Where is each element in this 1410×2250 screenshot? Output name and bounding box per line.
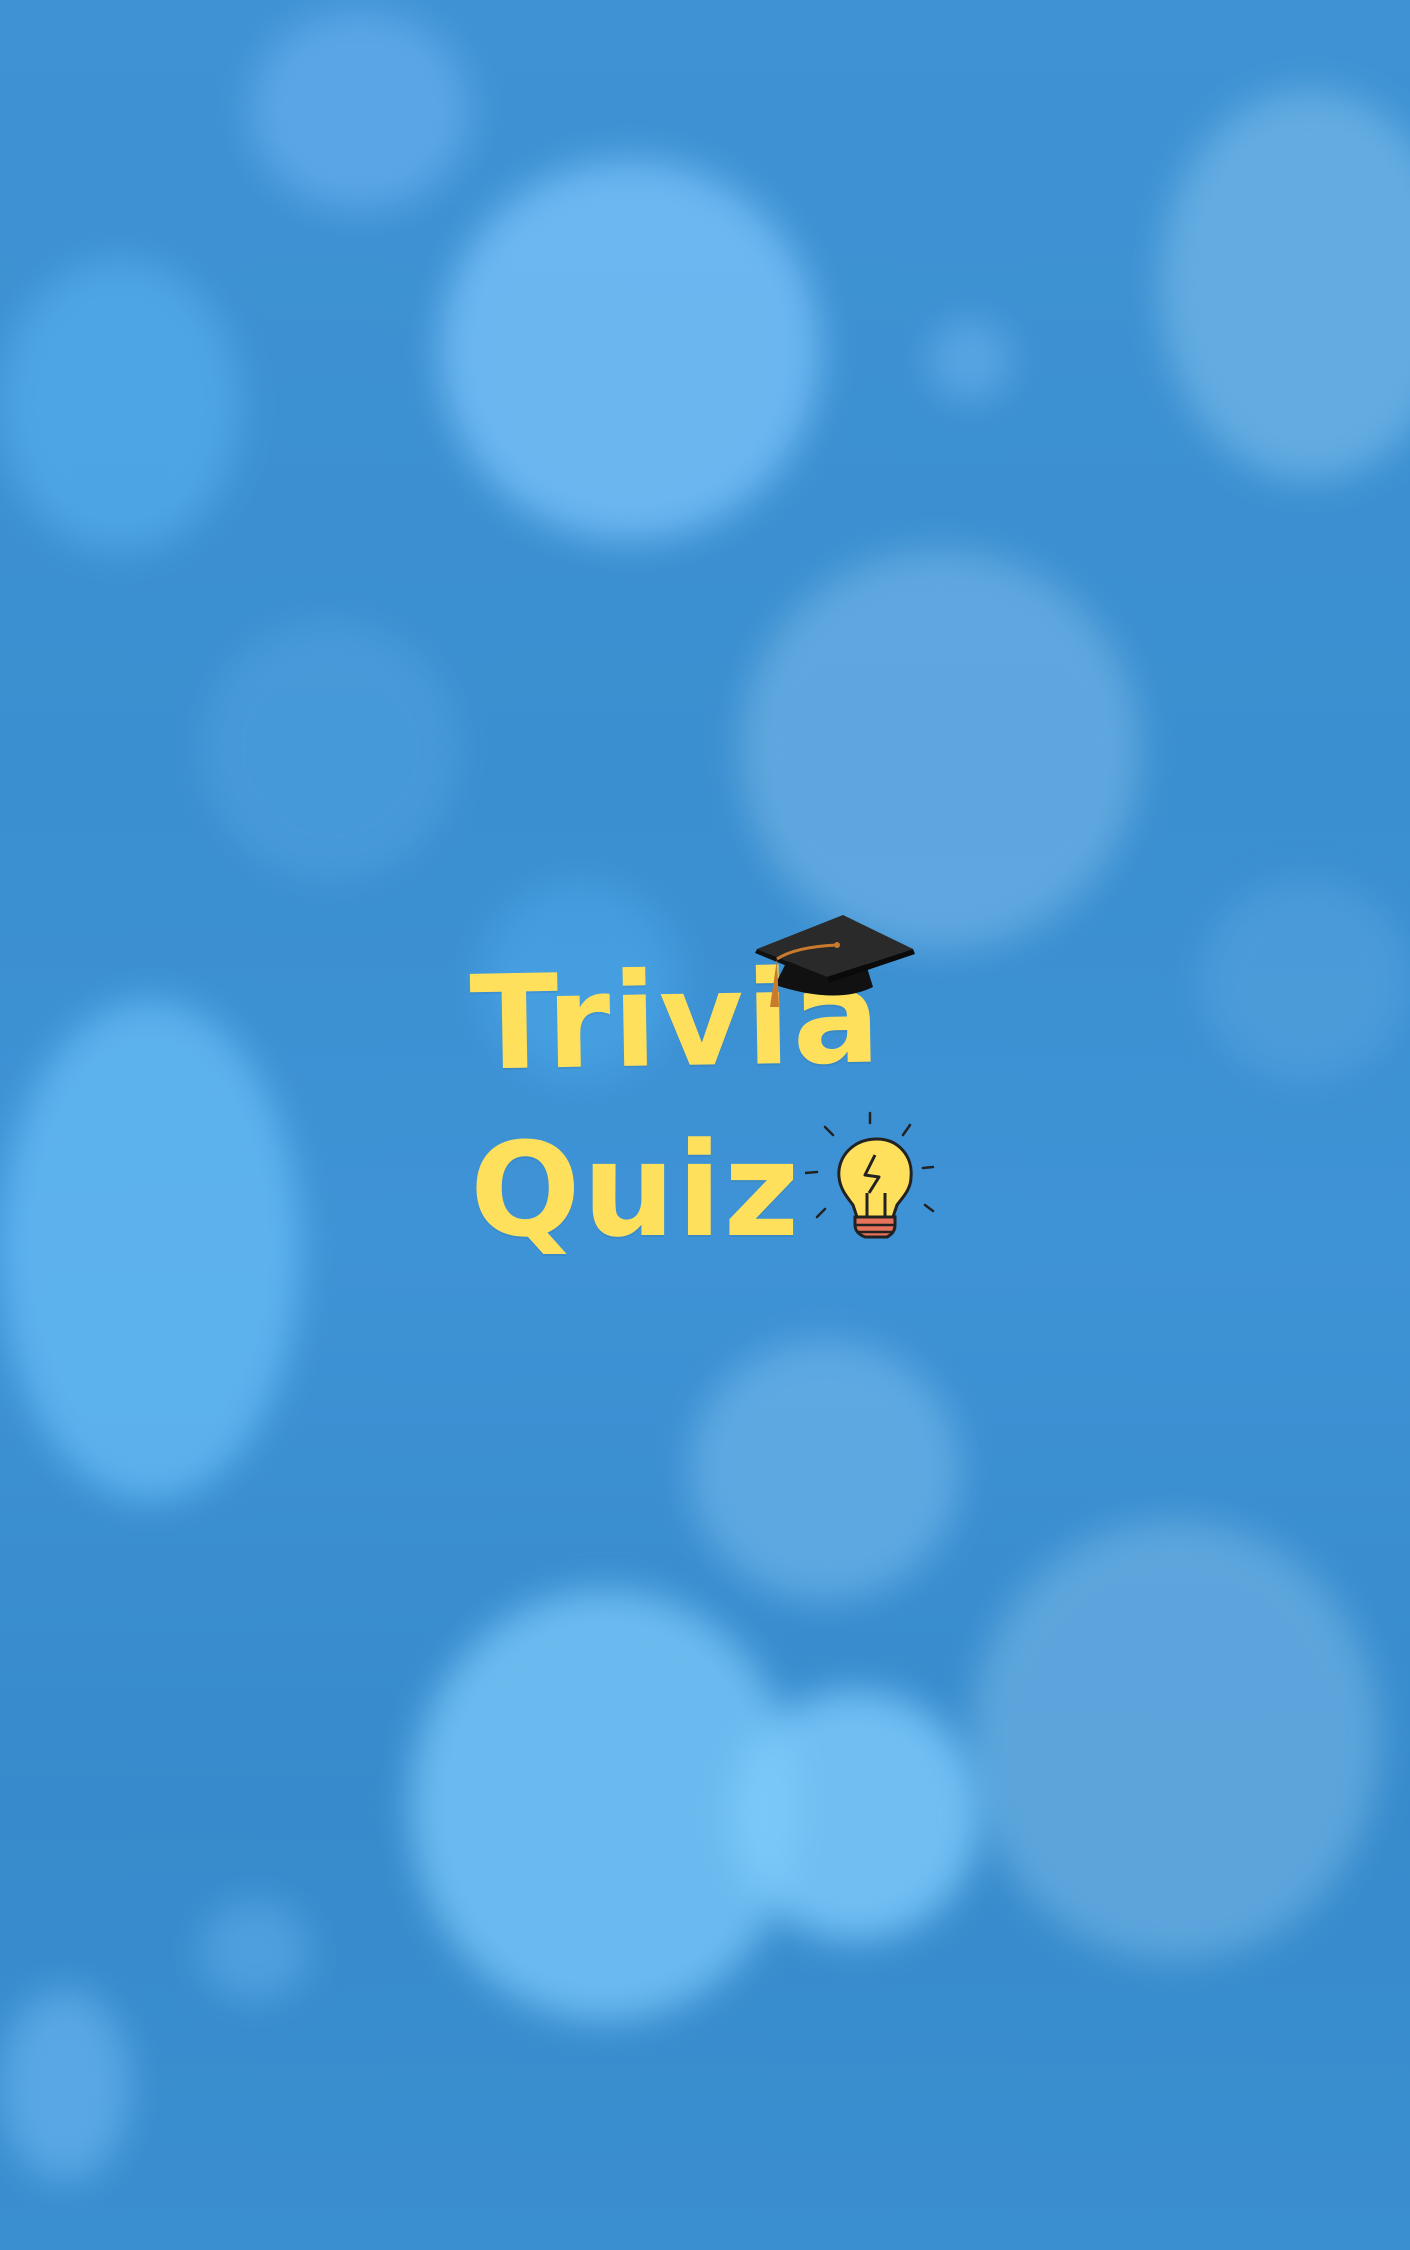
- logo-title-line-2: Quiz: [470, 1114, 802, 1266]
- lightbulb-icon: [805, 1111, 935, 1239]
- splash-screen: Trivia Quiz: [0, 0, 1410, 2250]
- app-logo: Trivia Quiz: [469, 910, 970, 1290]
- graduation-cap-icon: [755, 915, 915, 1007]
